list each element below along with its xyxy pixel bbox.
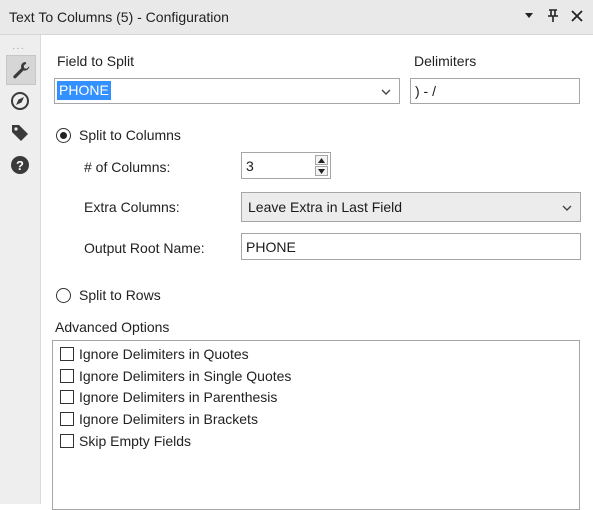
- config-sidebar: ··· ?: [0, 35, 41, 504]
- option-label: Skip Empty Fields: [79, 433, 192, 449]
- tag-icon[interactable]: [6, 119, 34, 147]
- split-to-columns-label: Split to Columns: [79, 127, 181, 143]
- extra-columns-value: Leave Extra in Last Field: [248, 199, 403, 215]
- split-to-rows-label: Split to Rows: [79, 287, 161, 303]
- option-label: Ignore Delimiters in Quotes: [79, 346, 249, 362]
- pin-icon[interactable]: [544, 7, 562, 25]
- num-columns-label: # of Columns:: [84, 159, 171, 175]
- advanced-options-list[interactable]: Ignore Delimiters in Quotes Ignore Delim…: [52, 340, 580, 510]
- list-item[interactable]: Ignore Delimiters in Single Quotes: [60, 366, 291, 386]
- list-item[interactable]: Ignore Delimiters in Parenthesis: [60, 387, 277, 407]
- extra-columns-dropdown[interactable]: Leave Extra in Last Field: [241, 192, 581, 222]
- list-item[interactable]: Ignore Delimiters in Quotes: [60, 344, 249, 364]
- checkbox[interactable]: [60, 434, 74, 448]
- option-label: Ignore Delimiters in Single Quotes: [79, 368, 292, 384]
- checkbox[interactable]: [60, 369, 74, 383]
- checkbox[interactable]: [60, 347, 74, 361]
- stepper-up-button[interactable]: [315, 155, 328, 165]
- advanced-options-label: Advanced Options: [55, 319, 170, 335]
- stepper-down-button[interactable]: [315, 166, 328, 176]
- dropdown-icon[interactable]: [520, 7, 538, 25]
- field-to-split-dropdown[interactable]: PHONE: [54, 78, 400, 104]
- chevron-down-icon: [562, 205, 572, 211]
- grip-handle[interactable]: ···: [12, 43, 25, 54]
- extra-columns-label: Extra Columns:: [84, 199, 180, 215]
- help-icon[interactable]: ?: [6, 151, 34, 179]
- chevron-up-icon: [318, 157, 325, 163]
- list-item[interactable]: Skip Empty Fields: [60, 431, 191, 451]
- wrench-icon[interactable]: [6, 55, 36, 85]
- output-root-input[interactable]: [241, 233, 581, 260]
- split-to-rows-radio[interactable]: [56, 288, 71, 303]
- checkbox[interactable]: [60, 390, 74, 404]
- num-columns-stepper[interactable]: [241, 152, 331, 179]
- navigation-icon[interactable]: [6, 87, 34, 115]
- split-to-columns-radio[interactable]: [56, 128, 71, 143]
- option-label: Ignore Delimiters in Parenthesis: [79, 389, 278, 405]
- list-item[interactable]: Ignore Delimiters in Brackets: [60, 409, 258, 429]
- checkbox[interactable]: [60, 412, 74, 426]
- panel-titlebar: Text To Columns (5) - Configuration: [0, 0, 593, 35]
- output-root-label: Output Root Name:: [84, 240, 205, 256]
- delimiters-input[interactable]: [410, 78, 580, 104]
- chevron-down-icon: [318, 168, 325, 174]
- close-icon[interactable]: [568, 7, 586, 25]
- panel-controls: [520, 7, 586, 25]
- panel-title: Text To Columns (5) - Configuration: [9, 9, 229, 25]
- chevron-down-icon: [381, 89, 391, 95]
- delimiters-label: Delimiters: [414, 53, 477, 69]
- field-to-split-label: Field to Split: [57, 53, 135, 69]
- field-to-split-value: PHONE: [57, 81, 111, 100]
- option-label: Ignore Delimiters in Brackets: [79, 411, 258, 427]
- svg-text:?: ?: [16, 158, 24, 173]
